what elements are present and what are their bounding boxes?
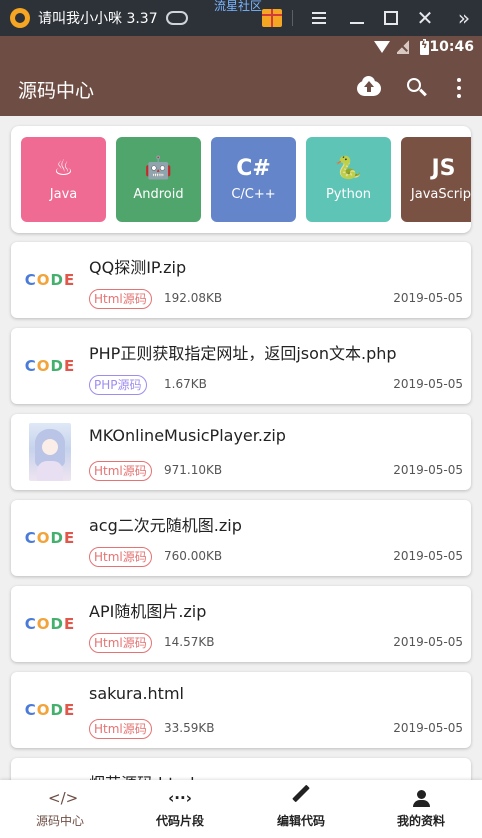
code-icon: </> [48,789,79,807]
category-label: Java [49,187,78,202]
upload-cloud-icon[interactable] [357,76,381,100]
category-java[interactable]: ♨ Java [21,137,106,222]
category-carousel[interactable]: ♨ Java 🤖 Android C# C/C++ 🐍 Python JS Ja… [11,126,471,233]
file-item-music-player[interactable]: MKOnlineMusicPlayer.zip Html源码 971.10KB … [11,414,471,490]
source-type-badge: PHP源码 [89,375,147,395]
image-thumbnail [26,423,74,481]
category-label: C/C++ [231,187,276,202]
file-name: PHP正则获取指定网址，返回json文本.php [89,344,397,363]
status-bar: 10:46 [0,36,482,60]
collapse-sidebar-icon[interactable]: » [452,6,476,30]
category-cpp[interactable]: C# C/C++ [211,137,296,222]
emulator-window-title: 请叫我小小咪 3.37 [38,11,158,27]
category-label: JavaScript [410,187,471,202]
anime-girl-image [29,423,71,481]
file-size: 14.57KB [164,635,215,649]
file-size: 33.59KB [164,721,215,735]
close-icon[interactable]: ✕ [413,6,437,30]
code-thumbnail: CODE [24,701,76,719]
emulator-title-bar: 请叫我小小咪 3.37 流星社区 ✕ » [0,0,482,36]
nav-label: 源码中心 [35,814,84,828]
source-type-badge: Html源码 [89,461,152,481]
code-thumbnail: CODE [24,615,76,633]
app-toolbar: 源码中心 [0,60,482,116]
file-date: 2019-05-05 [393,377,463,391]
javascript-icon: JS [431,156,456,181]
category-label: Python [325,187,372,202]
android-icon: 🤖 [144,156,173,181]
bottom-navigation: </> 源码中心 ‹··› 代码片段 编辑代码 我的资料 [0,780,482,838]
file-size: 760.00KB [164,549,223,563]
maximize-icon[interactable] [379,6,403,30]
nav-label: 编辑代码 [276,814,325,828]
status-clock: 10:46 [429,39,474,55]
minimize-icon[interactable] [345,6,369,30]
edit-icon [292,784,310,803]
nav-label: 代码片段 [155,814,204,828]
emulator-logo-icon [10,8,30,28]
file-name: QQ探测IP.zip [89,258,187,277]
wifi-icon [374,41,390,53]
community-link[interactable]: 流星社区 [214,0,262,14]
category-javascript[interactable]: JS JavaScript [401,137,471,222]
nav-label: 我的资料 [396,814,445,828]
file-date: 2019-05-05 [393,291,463,305]
nav-my-profile[interactable]: 我的资料 [361,780,481,838]
java-icon: ♨ [53,156,74,181]
code-thumbnail: CODE [24,529,76,547]
nav-code-snippets[interactable]: ‹··› 代码片段 [120,780,240,838]
search-icon[interactable] [405,76,429,100]
file-item-qq-ip[interactable]: CODE QQ探测IP.zip Html源码 192.08KB 2019-05-… [11,242,471,318]
file-size: 1.67KB [164,377,207,391]
page-title: 源码中心 [18,80,95,102]
battery-charging-icon [420,39,429,55]
file-name: acg二次元随机图.zip [89,516,242,535]
code-thumbnail: CODE [24,271,76,289]
gamepad-icon[interactable] [165,11,188,25]
more-vert-icon[interactable] [448,76,472,100]
file-date: 2019-05-05 [393,635,463,649]
file-size: 192.08KB [164,291,223,305]
source-type-badge: Html源码 [89,633,152,653]
nav-source-center[interactable]: </> 源码中心 [0,780,120,838]
file-name: sakura.html [89,684,184,703]
menu-icon[interactable] [307,6,331,30]
file-date: 2019-05-05 [393,549,463,563]
file-size: 971.10KB [164,463,223,477]
cellular-signal-icon [397,40,409,54]
file-item-api-random-image[interactable]: CODE API随机图片.zip Html源码 14.57KB 2019-05-… [11,586,471,662]
file-item-sakura[interactable]: CODE sakura.html Html源码 33.59KB 2019-05-… [11,672,471,748]
file-date: 2019-05-05 [393,463,463,477]
title-bar-divider [292,10,293,26]
category-python[interactable]: 🐍 Python [306,137,391,222]
gift-icon[interactable] [262,9,282,27]
source-type-badge: Html源码 [89,547,152,567]
snippet-icon: ‹··› [168,789,192,807]
file-item-php-regex[interactable]: CODE PHP正则获取指定网址，返回json文本.php PHP源码 1.67… [11,328,471,404]
source-type-badge: Html源码 [89,289,152,309]
file-name: API随机图片.zip [89,602,207,621]
file-date: 2019-05-05 [393,721,463,735]
category-label: Android [133,187,184,202]
file-item-acg-random[interactable]: CODE acg二次元随机图.zip Html源码 760.00KB 2019-… [11,500,471,576]
category-android[interactable]: 🤖 Android [116,137,201,222]
python-icon: 🐍 [334,156,363,181]
csharp-icon: C# [236,156,271,181]
code-thumbnail: CODE [24,357,76,375]
file-name: MKOnlineMusicPlayer.zip [89,426,286,445]
source-type-badge: Html源码 [89,719,152,739]
nav-edit-code[interactable]: 编辑代码 [241,780,361,838]
